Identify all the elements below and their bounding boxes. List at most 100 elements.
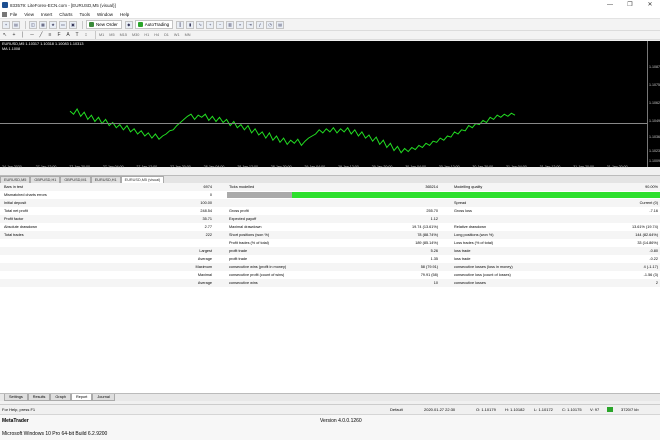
- timeframe-mn[interactable]: MN: [185, 33, 191, 37]
- timeframe-m15[interactable]: M15: [120, 33, 127, 37]
- crosshair-icon[interactable]: +: [11, 32, 17, 38]
- channel-icon[interactable]: ≡: [47, 32, 53, 38]
- bar-chart-icon[interactable]: ┃: [176, 20, 185, 29]
- report-label: Loss trades (% of total): [454, 241, 494, 245]
- report-value: 2: [655, 281, 658, 285]
- chart-tab-gbpusd-m1[interactable]: GBPUSD,M1: [60, 176, 91, 183]
- templates-icon[interactable]: ▤: [276, 20, 285, 29]
- vertical-line-icon[interactable]: │: [20, 32, 26, 38]
- indicators-icon[interactable]: ƒ: [256, 20, 265, 29]
- timeframe-h4[interactable]: H4: [154, 33, 159, 37]
- tab-report[interactable]: Report: [70, 394, 93, 401]
- data-window-icon[interactable]: ▦: [39, 20, 47, 29]
- menu-file[interactable]: File: [10, 12, 17, 17]
- chart-tab-eurusd-m5[interactable]: EURUSD,M5: [0, 176, 31, 183]
- tab-journal[interactable]: Journal: [92, 394, 115, 401]
- timeframe-m30[interactable]: M30: [132, 33, 139, 37]
- chart-shift-icon[interactable]: ⇥: [246, 20, 255, 29]
- status-traffic: 3720/7 kb: [621, 407, 639, 412]
- cursor-icon[interactable]: ↖: [2, 32, 8, 38]
- report-value: 35.71: [202, 217, 212, 221]
- trendline-icon[interactable]: ╱: [38, 32, 44, 38]
- report-value: 33 (14.86%): [637, 241, 658, 245]
- zoom-in-icon[interactable]: +: [206, 20, 215, 29]
- status-high: H: 1.10182: [505, 407, 525, 412]
- text-icon[interactable]: A: [65, 32, 71, 38]
- timeframe-h1[interactable]: H1: [144, 33, 149, 37]
- timeframe-m5[interactable]: M5: [109, 33, 114, 37]
- new-order-icon: [89, 22, 94, 27]
- autoscroll-icon[interactable]: »: [236, 20, 245, 29]
- report-row: Maximum consecutive wins (profit in mone…: [0, 263, 660, 271]
- line-chart-icon[interactable]: ∿: [196, 20, 205, 29]
- horizontal-line-icon[interactable]: ─: [29, 32, 35, 38]
- timeframe-w1[interactable]: W1: [174, 33, 180, 37]
- chart-info: EURUSD,M5 1.10317 1.10318 1.10083 1.1031…: [2, 42, 83, 51]
- time-axis-label: 28 Jan 20:00: [270, 165, 292, 169]
- menu-view[interactable]: View: [24, 12, 34, 17]
- arrow-icon[interactable]: ↕: [83, 32, 89, 38]
- toolbar-separator: [25, 20, 26, 29]
- label-icon[interactable]: T: [74, 32, 80, 38]
- minimize-button[interactable]: —: [600, 0, 620, 10]
- report-value: 78 (88.74%): [417, 233, 438, 237]
- periods-icon[interactable]: ◷: [266, 20, 275, 29]
- navigator-icon[interactable]: ★: [49, 20, 57, 29]
- current-price-line: [0, 123, 647, 124]
- tab-results[interactable]: Results: [27, 394, 51, 401]
- report-label: Short positions (won %): [229, 233, 270, 237]
- report-label: Absolute drawdown: [4, 225, 38, 229]
- about-bar: MetaTrader Version 4.0.0.1260 Microsoft …: [0, 414, 660, 440]
- price-chart-canvas: [69, 108, 516, 154]
- zoom-out-icon[interactable]: −: [216, 20, 225, 29]
- candlestick-icon[interactable]: ▮: [186, 20, 195, 29]
- status-bar: For Help, press F1 Default 2020.01.27 22…: [0, 404, 660, 413]
- chart-tab-eurusd-m5-visual[interactable]: EURUSD,M5 (visual): [120, 176, 165, 183]
- menu-insert[interactable]: Insert: [41, 12, 52, 17]
- chart-tab-gbpusd-h1[interactable]: GBPUSD,H1: [30, 176, 61, 183]
- time-axis-label: 28 Jan 12:00: [237, 165, 258, 169]
- report-label: Total trades: [4, 233, 24, 237]
- status-help: For Help, press F1: [2, 407, 36, 412]
- report-value: -0.80: [649, 249, 658, 253]
- toolbar-separator: [95, 31, 96, 39]
- status-open: O: 1.10179: [476, 407, 496, 412]
- report-value: 13.61% (19.74): [632, 225, 658, 229]
- menu-help[interactable]: Help: [120, 12, 129, 17]
- market-watch-icon[interactable]: ◫: [29, 20, 37, 29]
- close-button[interactable]: ✕: [640, 0, 660, 10]
- report-label: Largest: [199, 249, 212, 253]
- maximize-button[interactable]: ❐: [620, 0, 640, 10]
- menu-window[interactable]: Window: [97, 12, 113, 17]
- app-version: Version 4.0.0.1260: [320, 418, 362, 424]
- tab-graph[interactable]: Graph: [50, 394, 71, 401]
- status-volume: V: 97: [590, 407, 600, 412]
- timeframe-d1[interactable]: D1: [164, 33, 169, 37]
- time-axis-label: 31 Jan 20:00: [573, 165, 594, 169]
- chart-tab-eurusd-h1[interactable]: EURUSD,H1: [90, 176, 121, 183]
- tester-icon[interactable]: ▣: [69, 20, 77, 29]
- new-chart-icon[interactable]: +: [2, 20, 10, 29]
- report-label: Gross loss: [454, 209, 472, 213]
- report-row: Profit factor 35.71 Expected payoff 1.12: [0, 215, 660, 223]
- report-label: Total net profit: [4, 209, 28, 213]
- report-label: Expected payoff: [229, 217, 257, 221]
- autotrading-button[interactable]: AutoTrading: [134, 20, 174, 29]
- tab-settings[interactable]: Settings: [4, 394, 28, 401]
- new-order-button[interactable]: New Order: [86, 20, 122, 29]
- timeframe-m1[interactable]: M1: [99, 33, 104, 37]
- menu-tools[interactable]: Tools: [79, 12, 90, 17]
- profiles-icon[interactable]: ▤: [12, 20, 20, 29]
- time-axis-label: 27 Jan 12:00: [136, 165, 158, 169]
- time-axis-label: 27 Jan 04:00: [102, 165, 124, 169]
- fibonacci-icon[interactable]: F: [56, 32, 62, 38]
- report-label: profit trade: [229, 257, 248, 261]
- terminal-icon[interactable]: ▭: [59, 20, 67, 29]
- tile-windows-icon[interactable]: ▥: [226, 20, 235, 29]
- price-chart[interactable]: EURUSD,M5 1.10317 1.10318 1.10083 1.1031…: [0, 41, 660, 169]
- metaeditor-icon[interactable]: ◆: [124, 20, 133, 29]
- document-icon: [2, 11, 7, 17]
- menu-charts[interactable]: Charts: [59, 12, 72, 17]
- report-row: Absolute drawdown 2.77 Maximal drawdown …: [0, 223, 660, 231]
- report-label: consecutive losses (loss in money): [454, 265, 513, 269]
